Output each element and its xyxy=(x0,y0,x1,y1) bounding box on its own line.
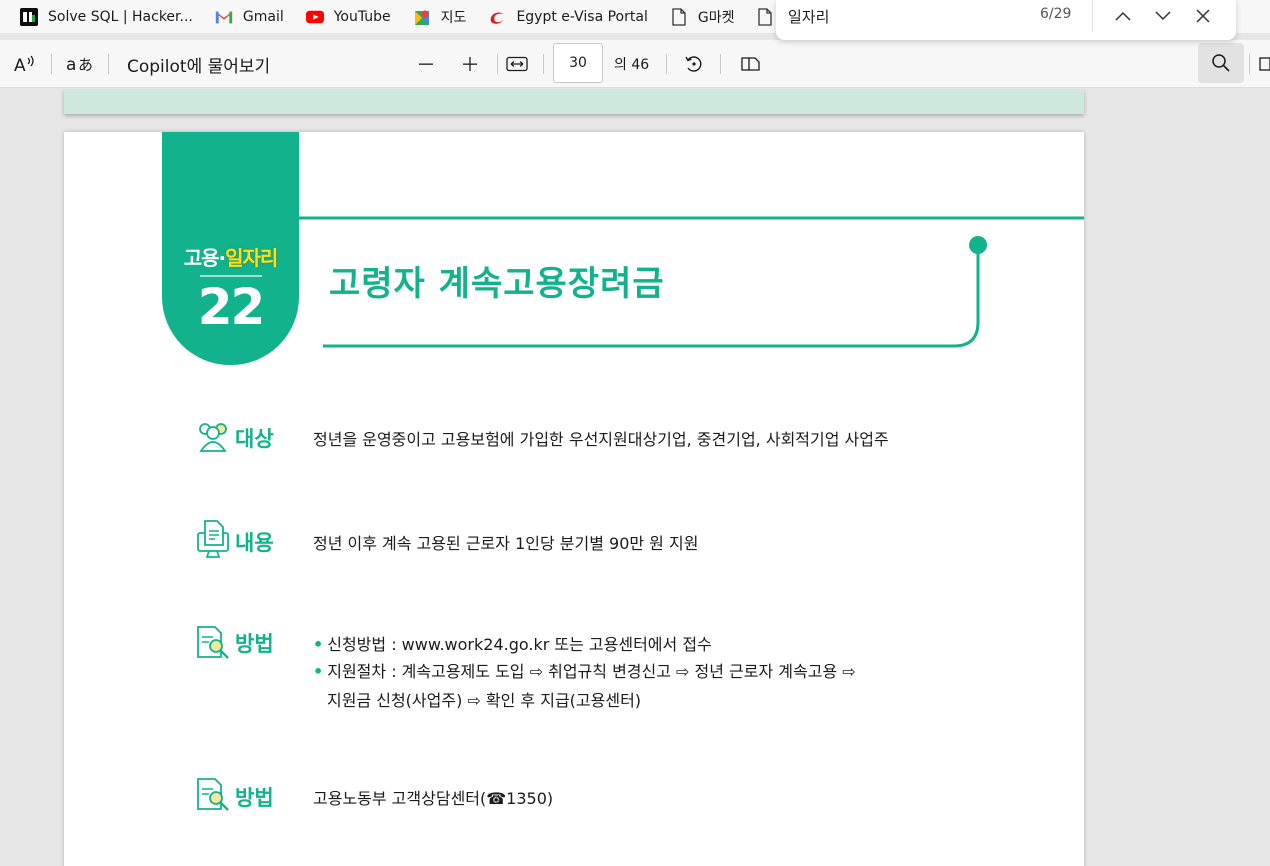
pdf-page: 고용·일자리 22 고령자 계속고용장려금 대상 정년을 운영중이고 고용보험에… xyxy=(64,132,1084,866)
chevron-up-icon xyxy=(1115,11,1131,21)
chevron-down-icon xyxy=(1155,11,1171,21)
maps-icon xyxy=(413,8,431,26)
fit-width-icon xyxy=(506,56,528,72)
zoom-out-button[interactable] xyxy=(414,52,438,76)
read-aloud-button[interactable]: A xyxy=(12,52,38,76)
bullet-dot-icon: • xyxy=(313,635,324,654)
bookmark-gmail[interactable]: Gmail xyxy=(215,0,306,33)
method-bullet-item: • 신청방법 : www.work24.go.kr 또는 고용센터에서 접수 xyxy=(313,631,712,655)
read-aloud-icon: A xyxy=(14,55,34,74)
pane-icon xyxy=(1259,57,1270,71)
toolbar-divider xyxy=(666,54,667,74)
bookmark-maps[interactable]: 지도 xyxy=(413,0,489,33)
category-badge: 고용·일자리 22 xyxy=(162,132,299,365)
svg-text:A: A xyxy=(14,56,26,74)
bookmark-gmarket[interactable]: G마켓 xyxy=(670,0,757,33)
fit-width-button[interactable] xyxy=(505,52,529,76)
plus-icon xyxy=(463,57,477,71)
page-total: 의 46 xyxy=(614,57,650,73)
copilot-ask-button[interactable]: Copilot에 물어보기 xyxy=(127,52,270,77)
find-previous-button[interactable] xyxy=(1109,4,1137,28)
more-options-button[interactable] xyxy=(1258,54,1270,74)
toolbar-divider xyxy=(51,54,52,74)
row-label-target: 대상 xyxy=(235,427,274,451)
row-text-contact: 고용노동부 고객상담센터(☎1350) xyxy=(313,789,554,808)
find-match-count: 6/29 xyxy=(1040,6,1072,22)
people-icon xyxy=(195,419,229,453)
document-icon xyxy=(756,7,774,26)
svg-text:a: a xyxy=(66,55,76,74)
badge-category: 고용·일자리 xyxy=(183,246,279,270)
magnifier-doc-icon xyxy=(195,777,229,811)
magnifier-doc-icon xyxy=(195,625,229,659)
toolbar-divider xyxy=(108,54,109,74)
bookmark-label: Solve SQL | Hacker... xyxy=(48,8,193,25)
gmail-icon xyxy=(215,8,233,26)
youtube-icon xyxy=(305,8,324,26)
find-divider xyxy=(1092,0,1093,32)
two-page-icon xyxy=(741,57,760,71)
method-bullet-text: 지원절차 : 계속고용제도 도입 ⇨ 취업규칙 변경신고 ⇨ 정년 근로자 계속… xyxy=(327,662,856,681)
bookmark-hackerrank[interactable]: Solve SQL | Hacker... xyxy=(20,0,215,33)
page-title: 고령자 계속고용장려금 xyxy=(329,264,665,304)
row-text-target: 정년을 운영중이고 고용보험에 가입한 우선지원대상기업, 중견기업, 사회적기… xyxy=(313,430,889,449)
method-bullet-continuation: 지원금 신청(사업주) ⇨ 확인 후 지급(고용센터) xyxy=(327,691,642,710)
egypt-evisa-icon xyxy=(488,8,506,26)
page-number-input[interactable] xyxy=(553,43,603,83)
row-label-content: 내용 xyxy=(235,531,274,555)
zoom-in-button[interactable] xyxy=(458,52,482,76)
method-bullet-text: 신청방법 : www.work24.go.kr 또는 고용센터에서 접수 xyxy=(327,635,712,654)
page-view-button[interactable] xyxy=(737,52,763,76)
hackerrank-icon xyxy=(20,7,38,26)
bookmark-egypt-evisa[interactable]: Egypt e-Visa Portal xyxy=(488,0,669,33)
pdf-toolbar: A aあ Copilot에 물어보기 의 46 xyxy=(0,40,1270,88)
toolbar-divider xyxy=(543,54,544,74)
document-monitor-icon xyxy=(195,519,229,558)
search-button[interactable] xyxy=(1198,43,1244,83)
method-bullet-item: • 지원절차 : 계속고용제도 도입 ⇨ 취업규칙 변경신고 ⇨ 정년 근로자 계… xyxy=(313,658,856,682)
bookmark-youtube[interactable]: YouTube xyxy=(305,0,413,33)
row-label-method: 방법 xyxy=(235,632,274,656)
bookmark-label: Egypt e-Visa Portal xyxy=(516,8,648,25)
text-options-button[interactable]: aあ xyxy=(64,52,94,76)
close-icon xyxy=(1196,9,1210,23)
row-label-contact: 방법 xyxy=(235,786,274,810)
find-next-button[interactable] xyxy=(1149,4,1177,28)
badge-number: 22 xyxy=(197,278,266,336)
badge-highlight: 일자리 xyxy=(225,246,278,270)
rotate-icon xyxy=(685,56,702,72)
svg-text:あ: あ xyxy=(78,56,93,74)
find-input[interactable] xyxy=(788,4,1028,28)
toolbar-divider xyxy=(1249,54,1250,74)
toolbar-divider xyxy=(720,54,721,74)
find-close-button[interactable] xyxy=(1189,4,1217,28)
search-icon xyxy=(1212,54,1230,72)
previous-page xyxy=(64,89,1084,114)
bookmark-label: Gmail xyxy=(242,8,284,25)
text-options-icon: aあ xyxy=(66,55,93,74)
document-icon xyxy=(670,7,688,26)
rotate-button[interactable] xyxy=(682,52,706,76)
toolbar-divider xyxy=(497,54,498,74)
bullet-dot-icon: • xyxy=(313,662,324,681)
bookmark-label: G마켓 xyxy=(697,9,735,26)
document-viewport[interactable]: 고용·일자리 22 고령자 계속고용장려금 대상 정년을 운영중이고 고용보험에… xyxy=(0,89,1270,866)
bookmark-label: YouTube xyxy=(333,8,391,25)
row-text-content: 정년 이후 계속 고용된 근로자 1인당 분기별 90만 원 지원 xyxy=(313,534,699,553)
badge-divider xyxy=(200,275,262,277)
bookmark-label: 지도 xyxy=(440,9,467,26)
find-bar: 6/29 xyxy=(776,0,1236,40)
minus-icon xyxy=(419,63,433,65)
